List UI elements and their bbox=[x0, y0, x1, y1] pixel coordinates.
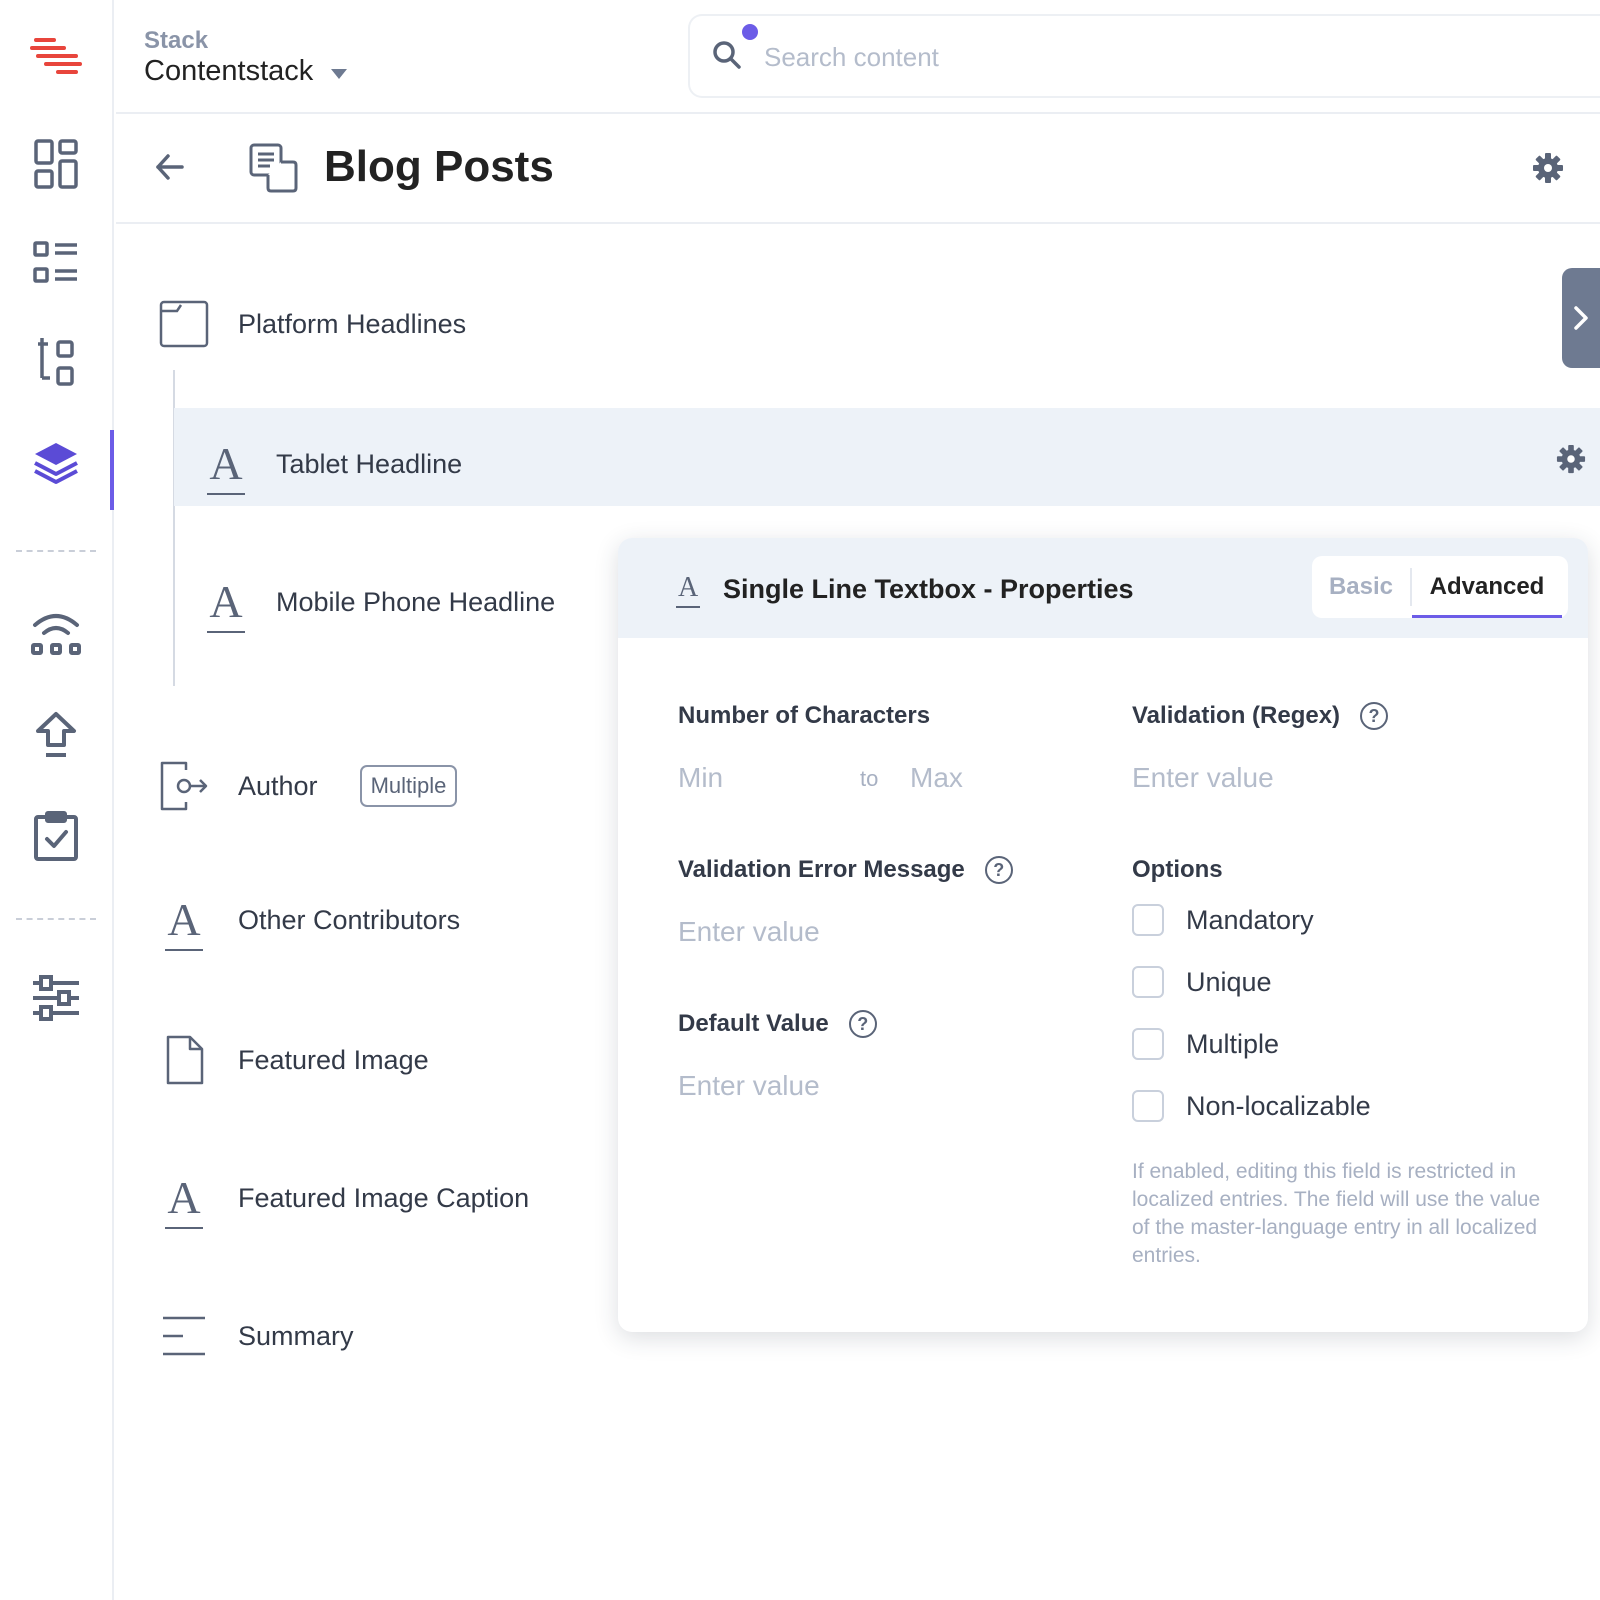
stack-label: Stack bbox=[144, 27, 209, 54]
entries-list-icon[interactable] bbox=[28, 234, 84, 290]
non-localizable-hint: If enabled, editing this field is restri… bbox=[1132, 1160, 1541, 1267]
left-rail bbox=[0, 0, 114, 1600]
field-label: Featured Image Caption bbox=[238, 1182, 530, 1213]
validation-regex-label: Validation (Regex) ? bbox=[1132, 702, 1389, 730]
mandatory-checkbox[interactable] bbox=[1132, 904, 1164, 936]
label-text: Options bbox=[1132, 856, 1223, 883]
field-featured-image-caption[interactable]: A Featured Image Caption bbox=[156, 1170, 530, 1229]
multi-line-text-icon bbox=[156, 1308, 212, 1364]
search-bar[interactable] bbox=[688, 14, 1600, 98]
option-label: Non-localizable bbox=[1186, 1090, 1371, 1121]
label-text: Validation (Regex) bbox=[1132, 702, 1341, 729]
field-label: Platform Headlines bbox=[238, 308, 467, 339]
field-platform-headlines[interactable]: Platform Headlines bbox=[156, 296, 466, 352]
field-label: Summary bbox=[238, 1320, 354, 1351]
extensions-wifi-icon[interactable] bbox=[28, 604, 84, 660]
tab-advanced[interactable]: Advanced bbox=[1412, 556, 1562, 618]
number-of-characters-label: Number of Characters bbox=[678, 702, 930, 730]
search-input[interactable] bbox=[764, 38, 1564, 76]
single-line-text-icon: A bbox=[678, 572, 699, 603]
notification-dot bbox=[742, 24, 758, 40]
field-label: Author bbox=[238, 770, 318, 801]
default-value-input[interactable] bbox=[678, 1070, 1098, 1102]
deploy-upload-icon[interactable] bbox=[28, 708, 84, 764]
field-tablet-headline[interactable]: A Tablet Headline bbox=[198, 436, 463, 495]
stack-name: Contentstack bbox=[144, 55, 314, 87]
help-icon[interactable]: ? bbox=[848, 1010, 877, 1038]
label-text: Number of Characters bbox=[678, 702, 931, 729]
contentstack-logo-icon[interactable] bbox=[28, 30, 84, 80]
field-label: Other Contributors bbox=[238, 904, 461, 935]
label-text: Validation Error Message bbox=[678, 856, 965, 883]
max-characters-input[interactable] bbox=[910, 762, 1080, 794]
multiple-checkbox[interactable] bbox=[1132, 1028, 1164, 1060]
single-line-text-icon: A bbox=[207, 438, 245, 495]
page-header: Blog Posts bbox=[116, 116, 1600, 224]
option-label: Mandatory bbox=[1186, 904, 1314, 935]
default-value-label: Default Value ? bbox=[678, 1010, 877, 1038]
field-mobile-phone-headline[interactable]: A Mobile Phone Headline bbox=[198, 574, 556, 633]
top-header: Stack Contentstack bbox=[116, 0, 1600, 114]
field-summary[interactable]: Summary bbox=[156, 1308, 354, 1364]
tasks-checklist-icon[interactable] bbox=[28, 808, 84, 864]
file-icon bbox=[156, 1032, 212, 1088]
caret-down-icon bbox=[331, 68, 348, 79]
search-icon bbox=[712, 40, 742, 75]
page-title: Blog Posts bbox=[324, 142, 554, 191]
multiple-badge: Multiple bbox=[359, 765, 458, 807]
settings-sliders-icon[interactable] bbox=[28, 970, 84, 1026]
properties-panel: A Single Line Textbox - Properties Basic… bbox=[618, 538, 1588, 1332]
field-featured-image[interactable]: Featured Image bbox=[156, 1032, 429, 1088]
tab-basic[interactable]: Basic bbox=[1312, 568, 1412, 606]
content-type-icon bbox=[248, 142, 300, 199]
active-nav-indicator bbox=[110, 430, 114, 510]
field-gear-icon[interactable] bbox=[1556, 444, 1586, 479]
properties-panel-header: A Single Line Textbox - Properties Basic… bbox=[618, 538, 1588, 638]
field-label: Mobile Phone Headline bbox=[276, 586, 556, 617]
assets-tree-icon[interactable] bbox=[28, 334, 84, 390]
field-label: Featured Image bbox=[238, 1044, 429, 1075]
reference-icon bbox=[156, 758, 212, 814]
help-icon[interactable]: ? bbox=[1360, 702, 1389, 730]
help-icon[interactable]: ? bbox=[984, 856, 1013, 884]
single-line-text-icon: A bbox=[165, 894, 203, 951]
options-label: Options bbox=[1132, 856, 1223, 884]
field-author[interactable]: Author Multiple bbox=[156, 758, 458, 814]
validation-error-message-label: Validation Error Message ? bbox=[678, 856, 1013, 884]
field-label: Tablet Headline bbox=[276, 448, 463, 479]
dashboard-icon[interactable] bbox=[28, 136, 84, 192]
rail-divider bbox=[16, 918, 96, 920]
gear-icon[interactable] bbox=[1532, 152, 1564, 189]
chevron-right-icon bbox=[1574, 306, 1588, 330]
non-localizable-checkbox[interactable] bbox=[1132, 1090, 1164, 1122]
option-multiple[interactable]: Multiple bbox=[1132, 1028, 1279, 1060]
label-text: Default Value bbox=[678, 1010, 829, 1037]
validation-error-message-input[interactable] bbox=[678, 916, 1098, 948]
stack-switcher[interactable]: Contentstack bbox=[144, 55, 348, 88]
option-label: Multiple bbox=[1186, 1028, 1280, 1059]
properties-panel-title: Single Line Textbox - Properties bbox=[723, 574, 1134, 604]
field-other-contributors[interactable]: A Other Contributors bbox=[156, 892, 461, 951]
unique-checkbox[interactable] bbox=[1132, 966, 1164, 998]
validation-regex-input[interactable] bbox=[1132, 762, 1552, 794]
rail-divider bbox=[16, 550, 96, 552]
option-non-localizable[interactable]: Non-localizable bbox=[1132, 1090, 1371, 1122]
single-line-text-icon: A bbox=[165, 1172, 203, 1229]
min-characters-input[interactable] bbox=[678, 762, 848, 794]
option-unique[interactable]: Unique bbox=[1132, 966, 1272, 998]
back-arrow-icon[interactable] bbox=[154, 152, 186, 187]
properties-tabs: Basic Advanced bbox=[1312, 556, 1568, 618]
group-folder-icon bbox=[156, 296, 212, 352]
content-models-stack-icon[interactable] bbox=[28, 436, 84, 492]
collapse-panel-button[interactable] bbox=[1562, 268, 1600, 368]
single-line-text-icon: A bbox=[207, 576, 245, 633]
option-label: Unique bbox=[1186, 966, 1272, 997]
range-to-text: to bbox=[860, 766, 879, 791]
option-mandatory[interactable]: Mandatory bbox=[1132, 904, 1314, 936]
